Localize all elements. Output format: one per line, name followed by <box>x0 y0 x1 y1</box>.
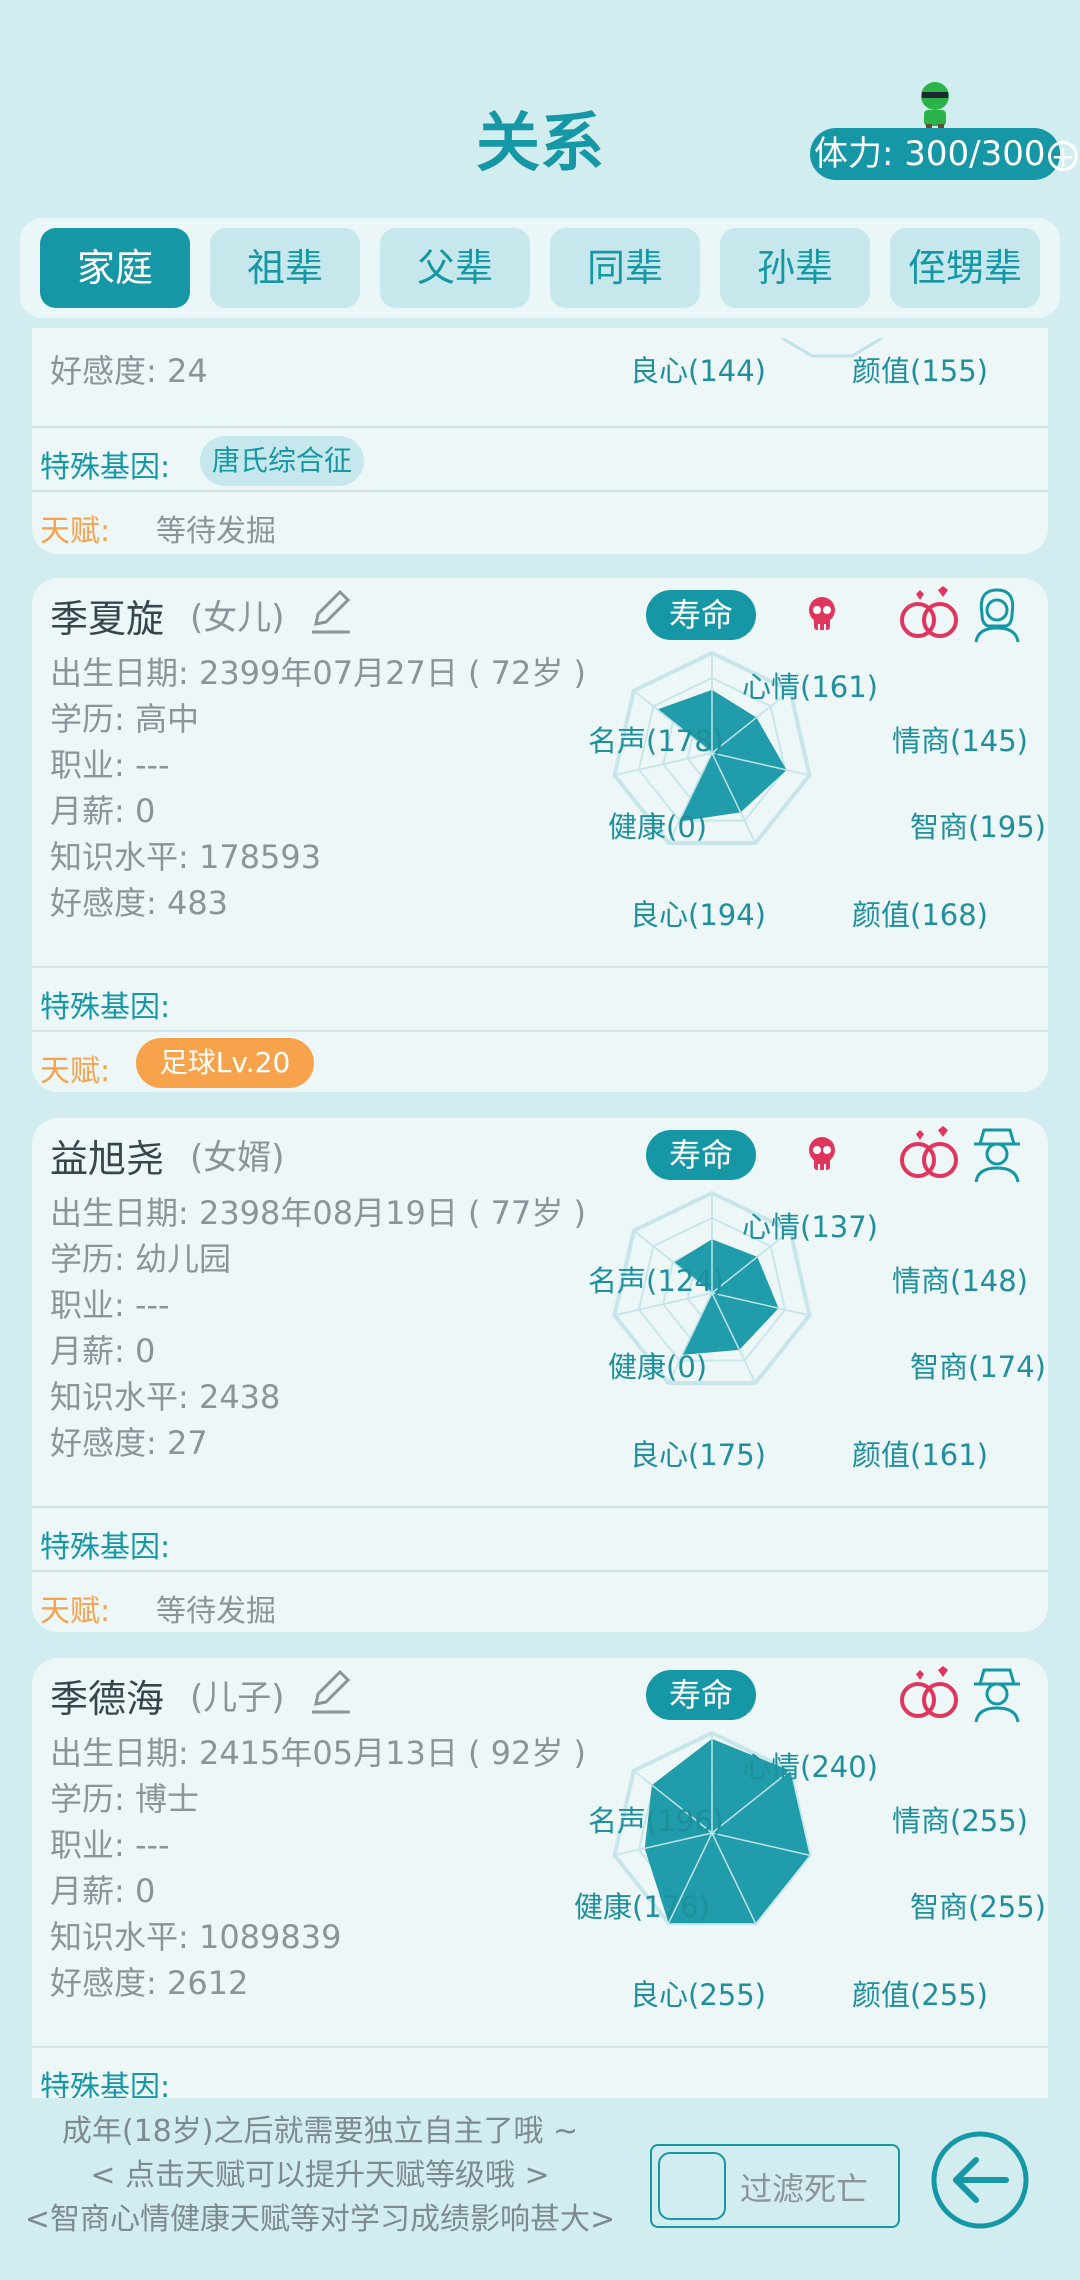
knowledge-level: 知识水平: 1089839 <box>50 1918 342 1956</box>
relation-list[interactable]: 好感度: 24 良心(144) 颜值(155) 特殊基因: 唐氏综合征 天赋: … <box>0 328 1080 2098</box>
stamina-badge[interactable]: 体力: 300/300 + <box>810 128 1078 180</box>
special-gene-label: 特殊基因: <box>40 990 171 1025</box>
radar-label-looks: 颜值(161) <box>852 1438 988 1472</box>
member-name: 益旭尧 <box>50 1137 165 1181</box>
talent-tag[interactable]: 足球Lv.20 <box>136 1038 314 1088</box>
birth-date: 出生日期: 2399年07月27日 ( 72岁 ) <box>50 654 587 692</box>
radar-label-health: 健康(0) <box>608 1350 708 1384</box>
occupation: 职业: --- <box>50 1286 170 1324</box>
talent-label: 天赋: <box>40 1054 111 1089</box>
tab-family[interactable]: 家庭 <box>40 228 190 308</box>
back-arrow-icon[interactable] <box>930 2130 1030 2230</box>
relation-card-partial[interactable]: 好感度: 24 良心(144) 颜值(155) 特殊基因: 唐氏综合征 天赋: … <box>32 328 1048 554</box>
tab-nieces-nephews[interactable]: 侄甥辈 <box>890 228 1040 308</box>
talent-pending-text[interactable]: 等待发掘 <box>156 1586 276 1630</box>
radar-label-fame: 名声(124) <box>588 1264 724 1298</box>
tab-grandchildren[interactable]: 孙辈 <box>720 228 870 308</box>
divider <box>32 1506 1048 1508</box>
affinity-text: 好感度: 483 <box>50 884 229 922</box>
radar-label-looks: 颜值(155) <box>852 354 988 388</box>
divider <box>32 1030 1048 1032</box>
hint-adult: 成年(18岁)之后就需要独立自主了哦 ~ <box>61 2114 579 2149</box>
radar-label-iq: 智商(255) <box>910 1890 1046 1924</box>
affinity-text: 好感度: 24 <box>50 352 208 390</box>
divider <box>32 426 1048 428</box>
radar-label-eq: 情商(145) <box>892 724 1028 758</box>
stamina-text: 体力: 300/300 <box>814 134 1046 174</box>
marriage-rings-icon[interactable] <box>896 1124 966 1184</box>
female-avatar-icon <box>974 588 1020 643</box>
member-name: 季德海 <box>50 1677 165 1721</box>
radar-label-conscience: 良心(144) <box>630 354 766 388</box>
radar-label-eq: 情商(255) <box>892 1804 1028 1838</box>
affinity-text: 好感度: 27 <box>50 1424 208 1462</box>
filter-dead-label: 过滤死亡 <box>740 2170 869 2208</box>
divider <box>32 2046 1048 2048</box>
radar-label-mood: 心情(161) <box>742 670 878 704</box>
divider <box>32 1570 1048 1572</box>
education: 学历: 博士 <box>50 1780 199 1818</box>
special-gene-label: 特殊基因: <box>40 450 171 485</box>
relation-type: (女婿) <box>190 1138 285 1178</box>
birth-date: 出生日期: 2398年08月19日 ( 77岁 ) <box>50 1194 587 1232</box>
special-gene-label: 特殊基因: <box>40 1530 171 1565</box>
radar-label-iq: 智商(174) <box>910 1350 1046 1384</box>
special-gene-label: 特殊基因: <box>40 2070 171 2098</box>
occupation: 职业: --- <box>50 746 170 784</box>
hint-study: <智商心情健康天赋等对学习成绩影响甚大> <box>24 2202 616 2237</box>
relation-type: (女儿) <box>190 598 285 638</box>
radar-label-mood: 心情(137) <box>742 1210 878 1244</box>
talent-pending-text[interactable]: 等待发掘 <box>156 506 276 550</box>
education: 学历: 幼儿园 <box>50 1240 231 1278</box>
radar-label-conscience: 良心(194) <box>630 898 766 932</box>
member-name: 季夏旋 <box>50 597 165 641</box>
relation-type: (儿子) <box>190 1678 285 1718</box>
filter-dead-toggle[interactable]: 过滤死亡 <box>650 2144 900 2228</box>
salary: 月薪: 0 <box>50 1332 156 1370</box>
marriage-rings-icon[interactable] <box>896 584 966 644</box>
divider <box>32 966 1048 968</box>
player-avatar-icon[interactable] <box>910 80 960 132</box>
talent-label: 天赋: <box>40 514 111 549</box>
add-stamina-icon[interactable]: + <box>1047 140 1078 172</box>
knowledge-level: 知识水平: 178593 <box>50 838 322 876</box>
radar-label-looks: 颜值(168) <box>852 898 988 932</box>
divider <box>32 490 1048 492</box>
filter-dead-checkbox[interactable] <box>658 2152 726 2220</box>
talent-label: 天赋: <box>40 1594 111 1629</box>
male-avatar-icon <box>974 1128 1020 1183</box>
salary: 月薪: 0 <box>50 792 156 830</box>
radar-label-looks: 颜值(255) <box>852 1978 988 2012</box>
birth-date: 出生日期: 2415年05月13日 ( 92岁 ) <box>50 1734 587 1772</box>
tab-peers[interactable]: 同辈 <box>550 228 700 308</box>
edit-name-icon[interactable] <box>308 586 354 636</box>
affinity-text: 好感度: 2612 <box>50 1964 249 2002</box>
radar-label-health: 健康(176) <box>574 1890 710 1924</box>
relation-card[interactable]: 季德海 (儿子) 寿命 出生日期: 2415年05月13日 ( 92岁 ) 学历… <box>32 1658 1048 2098</box>
tab-grandparents[interactable]: 祖辈 <box>210 228 360 308</box>
education: 学历: 高中 <box>50 700 199 738</box>
occupation: 职业: --- <box>50 1826 170 1864</box>
radar-label-mood: 心情(240) <box>742 1750 878 1784</box>
knowledge-level: 知识水平: 2438 <box>50 1378 281 1416</box>
radar-label-health: 健康(0) <box>608 810 708 844</box>
male-avatar-icon <box>974 1668 1020 1723</box>
generation-tab-bar: 家庭 祖辈 父辈 同辈 孙辈 侄甥辈 <box>20 218 1060 318</box>
relation-card[interactable]: 益旭尧 (女婿) 寿命 出生日期: 2398年08月19日 ( 77岁 ) 学历… <box>32 1118 1048 1632</box>
radar-label-fame: 名声(196) <box>588 1804 724 1838</box>
radar-label-eq: 情商(148) <box>892 1264 1028 1298</box>
gene-tag[interactable]: 唐氏综合征 <box>200 436 365 486</box>
hint-talent: < 点击天赋可以提升天赋等级哦 > <box>90 2158 550 2193</box>
radar-label-conscience: 良心(175) <box>630 1438 766 1472</box>
radar-label-fame: 名声(178) <box>588 724 724 758</box>
radar-label-iq: 智商(195) <box>910 810 1046 844</box>
marriage-rings-icon[interactable] <box>896 1664 966 1724</box>
radar-label-conscience: 良心(255) <box>630 1978 766 2012</box>
relation-card[interactable]: 季夏旋 (女儿) 寿命 出生日期: 2399年07月27日 ( 72岁 ) 学历… <box>32 578 1048 1092</box>
salary: 月薪: 0 <box>50 1872 156 1910</box>
tab-parents[interactable]: 父辈 <box>380 228 530 308</box>
edit-name-icon[interactable] <box>308 1666 354 1716</box>
